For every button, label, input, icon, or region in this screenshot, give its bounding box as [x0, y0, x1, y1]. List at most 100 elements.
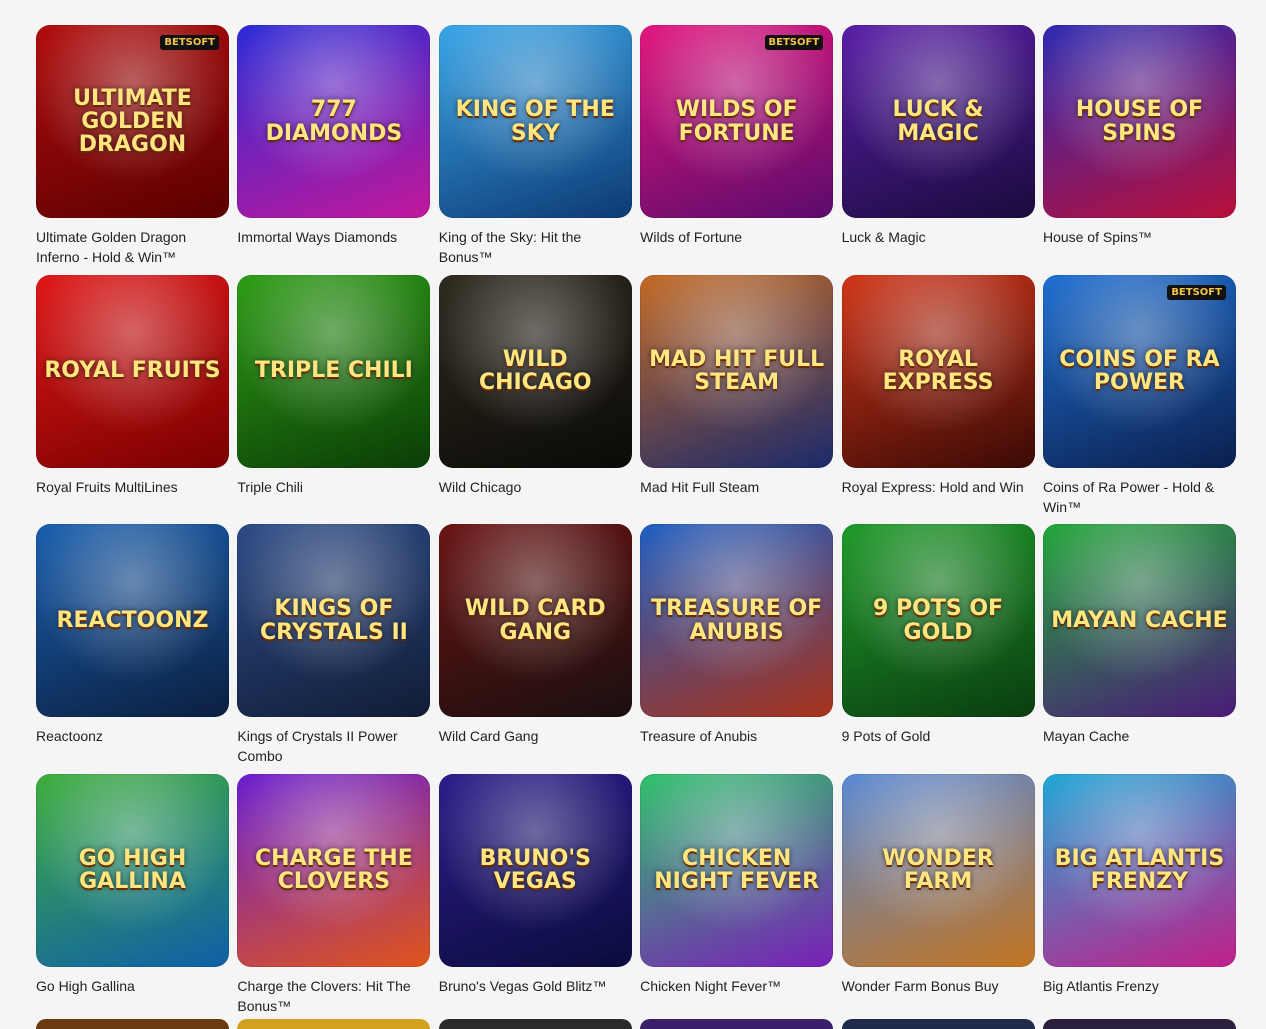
game-title[interactable]: Big Atlantis Frenzy	[1043, 976, 1236, 996]
game-title[interactable]: Treasure of Anubis	[640, 726, 833, 746]
game-thumbnail[interactable]: ROYAL FRUITS	[36, 274, 229, 468]
game-card[interactable]: WILD CARD GANG Wild Card Gang	[438, 524, 632, 774]
game-thumbnail[interactable]: BRUNO'S VEGAS	[438, 773, 632, 967]
game-card-peek[interactable]	[36, 1019, 229, 1029]
game-title[interactable]: Mayan Cache	[1043, 726, 1236, 746]
game-title[interactable]: Royal Express: Hold and Win	[842, 477, 1035, 497]
game-card[interactable]: 777 DIAMONDS Immortal Ways Diamonds	[237, 25, 431, 275]
game-title[interactable]: Kings of Crystals II Power Combo	[237, 726, 430, 766]
provider-badge: BETSOFT	[160, 35, 219, 50]
game-title[interactable]: Triple Chili	[237, 477, 430, 497]
game-card[interactable]: ULTIMATE GOLDEN DRAGON BETSOFT Ultimate Go…	[36, 25, 229, 275]
game-card[interactable]: ROYAL FRUITS Royal Fruits MultiLines	[36, 274, 229, 525]
game-card-peek[interactable]	[237, 1019, 431, 1029]
game-title[interactable]: Luck & Magic	[842, 227, 1035, 247]
game-title[interactable]: King of the Sky: Hit the Bonus™	[439, 227, 632, 267]
game-card[interactable]: MAD HIT FULL STEAM Mad Hit Full Steam	[640, 274, 834, 525]
game-card[interactable]: CHICKEN NIGHT FEVER Chicken Night Fever™	[640, 773, 834, 1024]
game-card[interactable]: CHARGE THE CLOVERS Charge the Clovers: Hi…	[237, 773, 431, 1024]
game-title[interactable]: Wild Chicago	[439, 477, 632, 497]
game-thumbnail[interactable]: ROYAL EXPRESS	[841, 274, 1035, 468]
game-thumbnail[interactable]: HOUSE OF SPINS	[1042, 25, 1236, 218]
game-art-title: BRUNO'S VEGAS	[479, 845, 591, 894]
game-thumbnail[interactable]: 777 DIAMONDS	[237, 25, 431, 218]
game-thumbnail[interactable]: WILD CARD GANG	[438, 524, 632, 717]
game-thumbnail[interactable]: REACTOONZ	[36, 524, 229, 717]
game-card[interactable]: BRUNO'S VEGAS Bruno's Vegas Gold Blitz™	[438, 773, 632, 1024]
game-art-title: TRIPLE CHILI	[254, 358, 413, 384]
game-thumbnail[interactable]: BIG ATLANTIS FRENZY	[1042, 773, 1236, 967]
game-card[interactable]: REACTOONZ Reactoonz	[36, 524, 229, 774]
game-title[interactable]: Chicken Night Fever™	[640, 976, 833, 996]
game-card[interactable]: TRIPLE CHILI Triple Chili	[237, 274, 431, 525]
game-title[interactable]: Bruno's Vegas Gold Blitz™	[439, 976, 632, 996]
game-art-title: MAD HIT FULL STEAM	[649, 346, 825, 395]
game-art-title: HOUSE OF SPINS	[1075, 97, 1204, 146]
game-card[interactable]: KINGS OF CRYSTALS II Kings of Crystals II…	[237, 524, 431, 774]
game-card[interactable]: BIG ATLANTIS FRENZY Big Atlantis Frenzy	[1042, 773, 1236, 1024]
game-thumbnail[interactable]: WILD CHICAGO	[438, 274, 632, 468]
game-art-title: WILD CARD GANG	[464, 596, 606, 645]
game-art-title: 9 POTS OF GOLD	[873, 596, 1004, 645]
game-art-title: WILDS OF FORTUNE	[675, 97, 798, 146]
game-title[interactable]: Wild Card Gang	[439, 726, 632, 746]
game-card[interactable]: WILD CHICAGO Wild Chicago	[438, 274, 632, 525]
game-card[interactable]: WILDS OF FORTUNE BETSOFT Wilds of Fortune	[640, 25, 834, 275]
game-card-peek[interactable]	[841, 1019, 1035, 1029]
game-thumbnail[interactable]: TRIPLE CHILI	[237, 274, 431, 468]
game-thumbnail[interactable]: TREASURE OF ANUBIS	[640, 524, 834, 717]
game-thumbnail[interactable]: 9 POTS OF GOLD	[841, 524, 1035, 717]
game-art-title: TREASURE OF ANUBIS	[651, 596, 823, 645]
game-card-peek[interactable]	[438, 1019, 632, 1029]
game-title[interactable]: Immortal Ways Diamonds	[237, 227, 430, 247]
game-card[interactable]: WONDER FARM Wonder Farm Bonus Buy	[841, 773, 1035, 1024]
game-card[interactable]: MAYAN CACHE Mayan Cache	[1042, 524, 1236, 774]
game-card[interactable]: TREASURE OF ANUBIS Treasure of Anubis	[640, 524, 834, 774]
game-art-title: ROYAL EXPRESS	[882, 346, 994, 395]
game-thumbnail[interactable]: WILDS OF FORTUNE BETSOFT	[640, 25, 834, 218]
game-art-title: WILD CHICAGO	[478, 346, 592, 395]
game-card[interactable]: HOUSE OF SPINS House of Spins™	[1042, 25, 1236, 275]
game-card[interactable]: KING OF THE SKY King of the Sky: Hit the …	[438, 25, 632, 275]
game-art-title: 777 DIAMONDS	[265, 97, 403, 146]
game-thumbnail[interactable]: GO HIGH GALLINA	[36, 773, 229, 967]
game-thumbnail[interactable]: WONDER FARM	[841, 773, 1035, 967]
game-title[interactable]: Wilds of Fortune	[640, 227, 833, 247]
game-title[interactable]: Reactoonz	[36, 726, 229, 746]
game-thumbnail[interactable]: CHICKEN NIGHT FEVER	[640, 773, 834, 967]
game-thumbnail[interactable]: KING OF THE SKY	[438, 25, 632, 218]
game-card[interactable]: 9 POTS OF GOLD 9 Pots of Gold	[841, 524, 1035, 774]
game-art-title: COINS OF RA POWER	[1059, 346, 1220, 395]
game-card[interactable]: LUCK & MAGIC Luck & Magic	[841, 25, 1035, 275]
game-art-title: REACTOONZ	[56, 607, 209, 633]
game-title[interactable]: Royal Fruits MultiLines	[36, 477, 229, 497]
game-title[interactable]: Wonder Farm Bonus Buy	[842, 976, 1035, 996]
game-thumbnail[interactable]: LUCK & MAGIC	[841, 25, 1035, 218]
game-card[interactable]: COINS OF RA POWER BETSOFT Coins of Ra Powe…	[1042, 274, 1236, 525]
game-thumbnail[interactable]: MAYAN CACHE	[1042, 524, 1236, 717]
game-card-peek[interactable]	[1043, 1019, 1236, 1029]
game-art-title: CHARGE THE CLOVERS	[255, 845, 413, 894]
game-card[interactable]: ROYAL EXPRESS Royal Express: Hold and Win	[841, 274, 1035, 525]
game-title[interactable]: Go High Gallina	[36, 976, 229, 996]
game-title[interactable]: Coins of Ra Power - Hold & Win™	[1043, 477, 1236, 517]
game-card-peek[interactable]	[640, 1019, 834, 1029]
game-art-title: ULTIMATE GOLDEN DRAGON	[73, 85, 192, 158]
game-art-title: CHICKEN NIGHT FEVER	[654, 845, 820, 894]
game-grid: ULTIMATE GOLDEN DRAGON BETSOFT Ultimate Go…	[36, 25, 1236, 1023]
game-title[interactable]: Mad Hit Full Steam	[640, 477, 833, 497]
game-title[interactable]: 9 Pots of Gold	[842, 726, 1035, 746]
provider-badge: BETSOFT	[1167, 284, 1226, 300]
game-thumbnail[interactable]: KINGS OF CRYSTALS II	[237, 524, 431, 717]
game-title[interactable]: Charge the Clovers: Hit The Bonus™	[237, 976, 430, 1016]
game-thumbnail[interactable]: COINS OF RA POWER BETSOFT	[1042, 274, 1236, 468]
game-art-title: KING OF THE SKY	[455, 97, 615, 146]
game-thumbnail[interactable]: ULTIMATE GOLDEN DRAGON BETSOFT	[36, 25, 229, 218]
game-title[interactable]: Ultimate Golden Dragon Inferno - Hold & …	[36, 227, 229, 267]
game-art-title: BIG ATLANTIS FRENZY	[1054, 845, 1225, 894]
game-thumbnail[interactable]: MAD HIT FULL STEAM	[640, 274, 834, 468]
provider-badge: BETSOFT	[764, 35, 824, 50]
game-thumbnail[interactable]: CHARGE THE CLOVERS	[237, 773, 431, 967]
game-card[interactable]: GO HIGH GALLINA Go High Gallina	[36, 773, 229, 1024]
game-title[interactable]: House of Spins™	[1043, 227, 1236, 247]
